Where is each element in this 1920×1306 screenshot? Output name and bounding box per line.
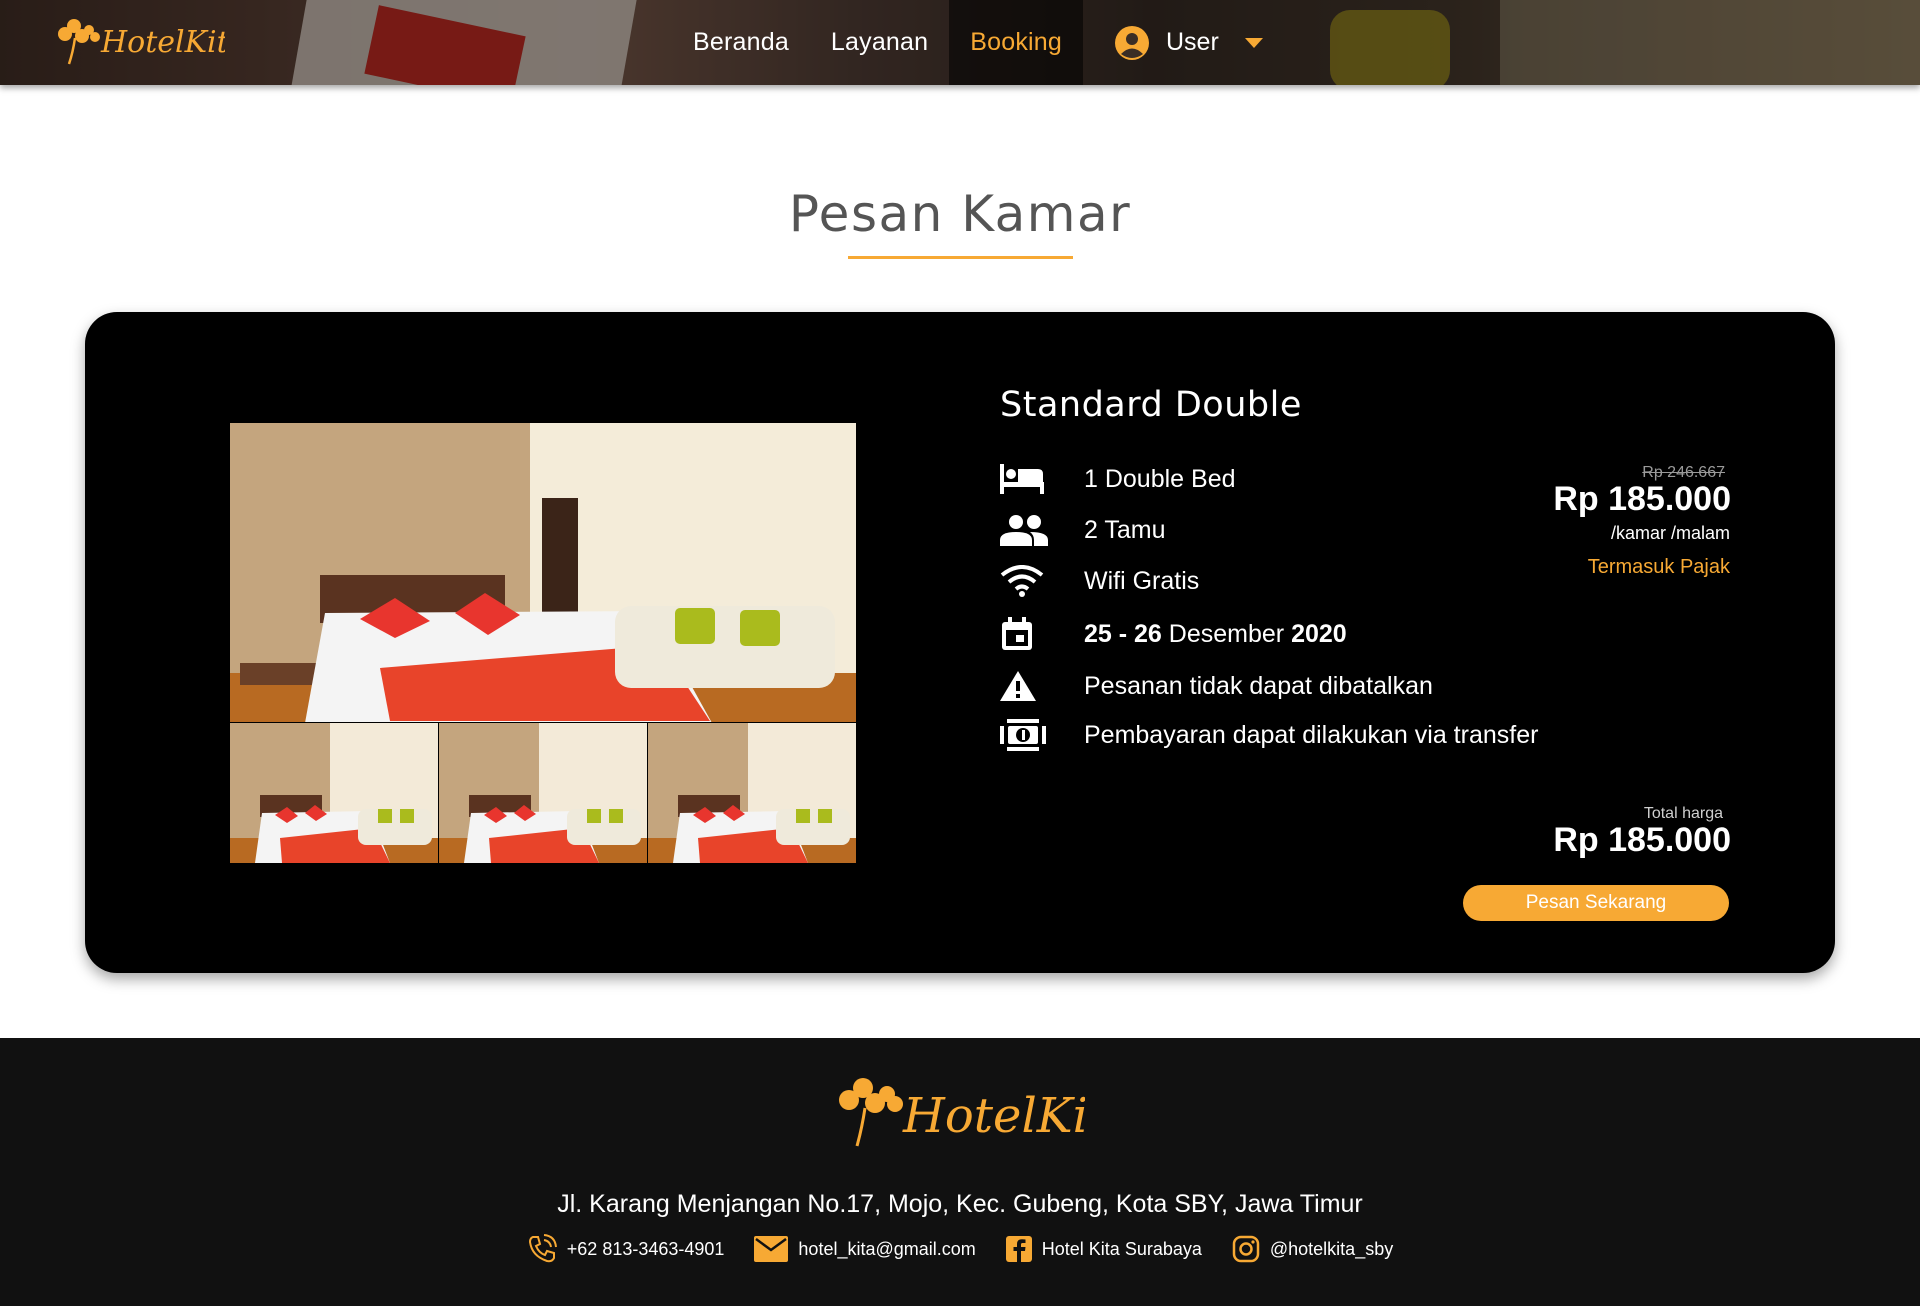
title-underline	[848, 256, 1073, 259]
contact-email-text: hotel_kita@gmail.com	[798, 1238, 976, 1259]
nav-beranda[interactable]: Beranda	[672, 0, 810, 85]
room-thumb-3[interactable]	[648, 723, 856, 863]
tax-note: Termasuk Pajak	[1587, 556, 1730, 578]
feature-bed: 1 Double Bed	[1000, 457, 1236, 501]
room-name: Standard Double	[1000, 385, 1302, 425]
feature-guests: 2 Tamu	[1000, 508, 1166, 552]
brand-logo[interactable]: HotelKita	[55, 12, 247, 72]
warning-icon	[1000, 666, 1048, 706]
contact-instagram[interactable]: @hotelkita_sby	[1232, 1235, 1393, 1263]
footer-brand-name: HotelKita	[902, 1088, 1085, 1144]
calendar-icon	[1000, 614, 1048, 654]
contact-facebook[interactable]: Hotel Kita Surabaya	[1005, 1236, 1202, 1262]
feature-wifi: Wifi Gratis	[1000, 559, 1199, 603]
footer: HotelKita Jl. Karang Menjangan No.17, Mo…	[0, 1038, 1920, 1306]
brand-name: HotelKita	[100, 25, 225, 60]
mail-icon	[754, 1236, 789, 1262]
phone-icon	[528, 1234, 557, 1263]
instagram-icon	[1232, 1235, 1260, 1263]
room-thumb-1[interactable]	[230, 723, 438, 863]
room-photo-main[interactable]	[230, 423, 856, 722]
facebook-icon	[1005, 1236, 1032, 1262]
nav-links: Beranda Layanan Booking User	[672, 0, 1263, 85]
footer-logo[interactable]: HotelKita	[835, 1070, 1136, 1160]
price-current: Rp 185.000	[1553, 480, 1731, 518]
feature-cancel-text: Pesanan tidak dapat dibatalkan	[1084, 671, 1433, 700]
feature-dates: 25 - 26 Desember 2020	[1000, 612, 1347, 656]
feature-payment-text: Pembayaran dapat dilakukan via transfer	[1084, 720, 1539, 749]
nav-booking[interactable]: Booking	[949, 0, 1083, 85]
money-icon	[1000, 715, 1048, 755]
book-now-button[interactable]: Pesan Sekarang	[1463, 885, 1729, 921]
feature-wifi-text: Wifi Gratis	[1084, 566, 1200, 595]
feature-dates-text: 25 - 26 Desember 2020	[1084, 619, 1347, 648]
booking-card: Standard Double 1 Double Bed 2 Tamu Wifi…	[85, 312, 1835, 973]
total-price: Rp 185.000	[1553, 821, 1731, 859]
contact-phone[interactable]: +62 813-3463-4901	[527, 1234, 725, 1264]
contact-instagram-text: @hotelkita_sby	[1269, 1238, 1394, 1259]
caret-down-icon	[1244, 37, 1263, 48]
feature-cancel: Pesanan tidak dapat dibatalkan	[1000, 664, 1433, 708]
user-avatar-icon	[1115, 25, 1149, 60]
feature-guests-text: 2 Tamu	[1084, 515, 1166, 544]
people-icon	[1000, 510, 1048, 550]
footer-contacts: +62 813-3463-4901 hotel_kita@gmail.com H…	[0, 1234, 1920, 1264]
room-thumb-2[interactable]	[439, 723, 647, 863]
user-menu[interactable]: User	[1115, 25, 1263, 60]
user-label: User	[1166, 28, 1219, 56]
clover-icon	[839, 1078, 903, 1147]
contact-email[interactable]: hotel_kita@gmail.com	[754, 1236, 976, 1262]
wifi-icon	[1000, 561, 1048, 601]
contact-phone-text: +62 813-3463-4901	[566, 1238, 725, 1259]
navbar: HotelKita Beranda Layanan Booking User	[0, 0, 1920, 85]
feature-payment: Pembayaran dapat dilakukan via transfer	[1000, 713, 1538, 757]
price-unit: /kamar /malam	[1610, 523, 1730, 543]
room-gallery	[230, 423, 856, 863]
contact-facebook-text: Hotel Kita Surabaya	[1041, 1238, 1202, 1259]
bed-icon	[1000, 459, 1048, 499]
page-title: Pesan Kamar	[788, 185, 1132, 243]
footer-address: Jl. Karang Menjangan No.17, Mojo, Kec. G…	[557, 1190, 1363, 1218]
clover-icon	[58, 19, 100, 65]
feature-bed-text: 1 Double Bed	[1084, 464, 1236, 493]
nav-layanan[interactable]: Layanan	[810, 0, 949, 85]
